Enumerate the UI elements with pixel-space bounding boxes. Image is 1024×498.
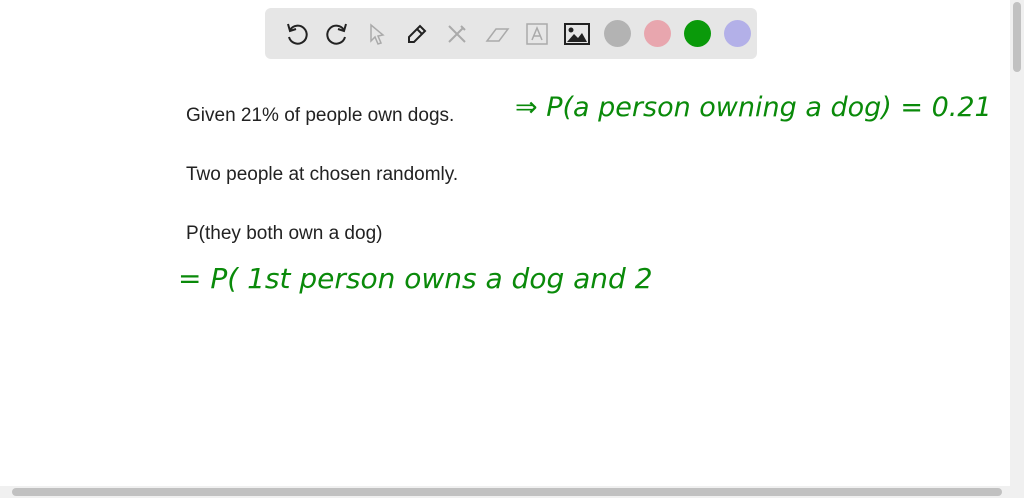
eraser-icon[interactable] (477, 14, 517, 54)
undo-icon[interactable] (277, 14, 317, 54)
color-lavender[interactable] (717, 14, 757, 54)
text-line-1: Given 21% of people own dogs. (186, 105, 455, 126)
vertical-scrollbar[interactable] (1010, 0, 1024, 486)
pen-icon[interactable] (397, 14, 437, 54)
horizontal-scrollbar[interactable] (0, 486, 1024, 498)
tools-icon[interactable] (437, 14, 477, 54)
handwriting-line-2: = P( 1st person owns a dog and 2 (178, 262, 653, 295)
text-icon[interactable] (517, 14, 557, 54)
select-arrow-icon[interactable] (357, 14, 397, 54)
vertical-scroll-thumb[interactable] (1013, 2, 1021, 72)
color-gray[interactable] (597, 14, 637, 54)
horizontal-scroll-thumb[interactable] (12, 488, 1002, 496)
color-pink[interactable] (637, 14, 677, 54)
handwriting-line-1: ⇒ P(a person owning a dog) = 0.21 (515, 92, 992, 123)
color-green[interactable] (677, 14, 717, 54)
image-icon[interactable] (557, 14, 597, 54)
redo-icon[interactable] (317, 14, 357, 54)
text-line-2: Two people at chosen randomly. (186, 164, 459, 185)
toolbar (265, 8, 757, 59)
text-line-3: P(they both own a dog) (186, 223, 383, 244)
